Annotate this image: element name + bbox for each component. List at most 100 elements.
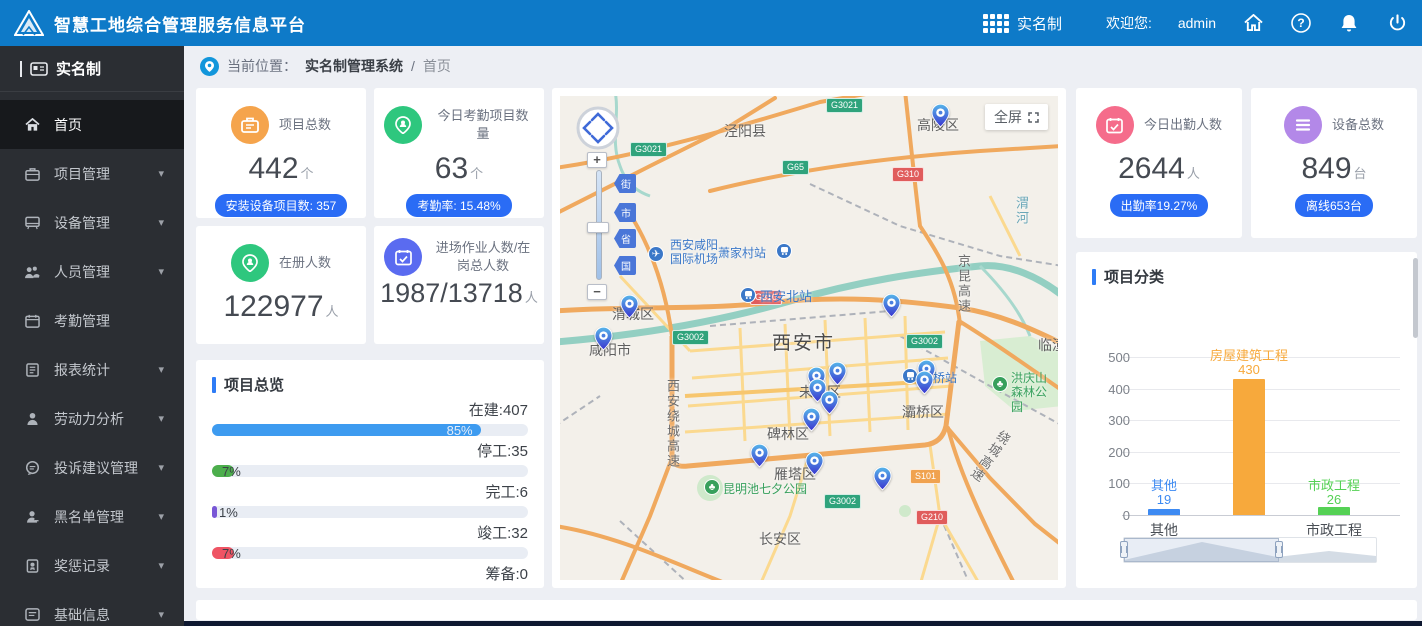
sidebar-item-rewards[interactable]: 奖惩记录 ▾ (0, 541, 184, 590)
breadcrumb: 当前位置： 实名制管理系统 / 首页 (200, 56, 451, 76)
map-marker-pin[interactable] (820, 390, 839, 415)
progress-percent: 7% (222, 464, 241, 479)
report-document-icon (24, 362, 40, 378)
road-badge: G65 (782, 160, 810, 175)
map-fullscreen-button[interactable]: 全屏 (985, 104, 1048, 130)
footer-bar (184, 621, 1422, 626)
sidebar-item-blacklist[interactable]: 黑名单管理 ▾ (0, 492, 184, 541)
airport-icon: ✈ (648, 246, 664, 262)
overview-row: 筹备:0 0% (212, 565, 528, 588)
map-marker-pin[interactable] (594, 326, 613, 351)
map-poi-label: 西安北站 (760, 289, 813, 304)
chevron-down-icon: ▾ (158, 462, 164, 474)
metro-station-icon (776, 243, 792, 259)
sidebar-item-attendance[interactable]: 考勤管理 (0, 296, 184, 345)
datazoom-selected-range[interactable] (1124, 538, 1279, 562)
map-panel: 泾阳县 高陵区 渭城区 咸阳市 西安市 未央区 碑林区 灞桥区 雁塔区 长安区 … (552, 88, 1066, 588)
breadcrumb-current: 首页 (422, 58, 451, 74)
sidebar-item-personnel[interactable]: 人员管理 ▾ (0, 247, 184, 296)
map-marker-pin[interactable] (931, 103, 950, 128)
sidebar-item-label: 奖惩记录 (54, 557, 110, 574)
stat-value: 1987/13718 (380, 278, 523, 308)
map-marker-pin[interactable] (873, 466, 892, 491)
map-zoom-in-button[interactable]: + (587, 152, 607, 168)
info-card-icon (24, 607, 40, 623)
stat-value: 122977 (223, 290, 324, 323)
sidebar-item-labor-analysis[interactable]: 劳动力分析 ▾ (0, 394, 184, 443)
park-icon: ♣ (704, 479, 720, 495)
sidebar-item-basic-info[interactable]: 基础信息 ▾ (0, 590, 184, 626)
map-marker-pin[interactable] (750, 443, 769, 468)
road-badge: G310 (892, 167, 925, 182)
chevron-down-icon: ▾ (158, 511, 164, 523)
stat-unit: 人 (325, 304, 339, 319)
stat-title: 今日出勤人数 (1143, 117, 1222, 133)
sidebar-item-reports[interactable]: 报表统计 ▾ (0, 345, 184, 394)
logout-power-icon[interactable] (1386, 12, 1408, 34)
sidebar-item-home[interactable]: 首页 (0, 100, 184, 149)
brand-logo-icon (14, 10, 44, 36)
bar-housing[interactable] (1233, 379, 1265, 515)
bar-other[interactable] (1148, 509, 1180, 515)
vertical-scrollbar[interactable] (1413, 258, 1418, 338)
map-marker-pin[interactable] (802, 407, 821, 432)
progress-percent: 0% (219, 587, 238, 588)
datazoom-right-handle[interactable] (1275, 541, 1283, 558)
map-region-label: 长安区 (759, 531, 801, 547)
map-region-label: 临潼区 (1038, 337, 1058, 353)
sidebar-menu: 首页 项目管理 ▾ 设备管理 ▾ 人员管理 ▾ 考勤管理 报表统计 ▾ 劳动力分… (0, 92, 184, 626)
breadcrumb-separator: / (411, 58, 415, 74)
fullscreen-icon (1028, 111, 1039, 123)
stat-value: 442 (248, 152, 299, 185)
map-marker-pin[interactable] (882, 293, 901, 318)
classify-title: 项目分类 (1104, 269, 1165, 286)
map-marker-pin[interactable] (620, 294, 639, 319)
sidebar-item-projects[interactable]: 项目管理 ▾ (0, 149, 184, 198)
overview-row-label: 筹备:0 (485, 566, 528, 583)
breadcrumb-root[interactable]: 实名制管理系统 (305, 56, 403, 76)
y-tick-label: 400 (1108, 382, 1130, 397)
project-classify-panel: 项目分类 500 400 300 200 100 0 其他 19 房屋建筑工程 … (1076, 252, 1417, 588)
notifications-bell-icon[interactable] (1338, 12, 1360, 34)
map-zoom-out-button[interactable]: − (587, 284, 607, 300)
road-badge: G3002 (906, 334, 944, 349)
sidebar-item-devices[interactable]: 设备管理 ▾ (0, 198, 184, 247)
stat-unit: 台 (1353, 166, 1367, 181)
project-folder-icon (230, 106, 269, 144)
datazoom-slider[interactable] (1120, 537, 1377, 563)
sidebar-item-label: 首页 (54, 116, 82, 133)
sidebar-item-label: 劳动力分析 (54, 410, 124, 427)
road-name-label: 西安绕城高速 (665, 379, 680, 469)
project-overview-panel: 项目总览 在建:407 85% 停工:35 7% 完工:6 1% 竣工:32 7… (196, 360, 544, 588)
bar-municipal[interactable] (1318, 507, 1350, 515)
road-badge: G210 (916, 510, 949, 525)
help-icon[interactable]: ? (1290, 12, 1312, 34)
map-region-label: 西安市 (772, 333, 836, 354)
road-name-label: 京昆高速 (956, 254, 971, 314)
title-accent-bar (212, 376, 216, 393)
stat-badge: 考勤率: 15.48% (406, 194, 512, 217)
river-name-label: 渭河 (1014, 196, 1029, 226)
datazoom-left-handle[interactable] (1120, 541, 1128, 558)
app-switcher[interactable]: 实名制 (982, 13, 1062, 34)
map-pan-control[interactable] (575, 105, 621, 156)
map-marker-pin[interactable] (915, 370, 934, 395)
sidebar-item-complaints[interactable]: 投诉建议管理 ▾ (0, 443, 184, 492)
map-zoom-slider-handle[interactable] (587, 222, 609, 233)
map-marker-pin[interactable] (805, 451, 824, 476)
home-icon[interactable] (1242, 12, 1264, 34)
sidebar-item-label: 基础信息 (54, 606, 110, 623)
overview-row: 完工:6 1% (212, 483, 528, 520)
map-marker-pin[interactable] (828, 361, 847, 386)
map[interactable]: 泾阳县 高陵区 渭城区 咸阳市 西安市 未央区 碑林区 灞桥区 雁塔区 长安区 … (560, 96, 1058, 580)
park-icon: ♣ (992, 376, 1008, 392)
stat-unit: 人 (1186, 166, 1200, 181)
progress-fill (212, 424, 481, 436)
username: admin (1177, 15, 1216, 31)
medal-icon (24, 558, 40, 574)
sidebar-item-label: 黑名单管理 (54, 508, 124, 525)
stat-badge: 出勤率19.27% (1109, 194, 1209, 217)
person-blacklist-icon (24, 509, 40, 525)
sidebar-brand-label: 实名制 (56, 61, 102, 78)
sidebar-item-label: 考勤管理 (54, 312, 110, 329)
